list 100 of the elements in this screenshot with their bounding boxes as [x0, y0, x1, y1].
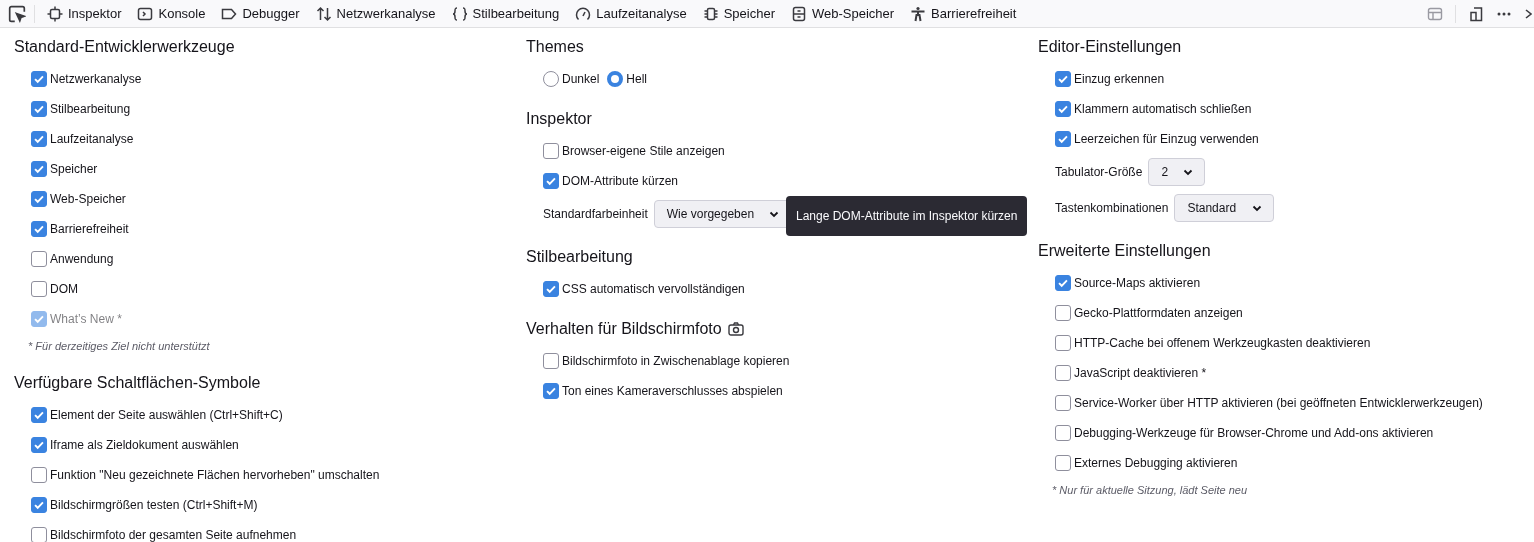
- checkbox[interactable]: [31, 281, 47, 297]
- checkbox-row[interactable]: Barrierefreiheit: [14, 214, 526, 244]
- checkbox-label: DOM-Attribute kürzen: [562, 174, 679, 188]
- checkbox[interactable]: [31, 161, 47, 177]
- footnote: * Nur für aktuelle Sitzung, lädt Seite neu: [1051, 483, 1249, 498]
- checkbox[interactable]: [1055, 275, 1071, 291]
- checkbox-row[interactable]: Bildschirmfoto in Zwischenablage kopieren: [526, 346, 1038, 376]
- checkbox[interactable]: [31, 437, 47, 453]
- checkbox-label: CSS automatisch vervollständigen: [562, 282, 745, 296]
- devtools-tab[interactable]: Laufzeitanalyse: [567, 0, 695, 27]
- checkbox-row[interactable]: Source-Maps aktivieren: [1038, 268, 1534, 298]
- checkbox-row[interactable]: Einzug erkennen: [1038, 64, 1534, 94]
- accessibility-icon: [910, 5, 927, 22]
- checkbox-row[interactable]: DOM: [14, 274, 526, 304]
- select-label: Standardfarbeinheit: [543, 207, 648, 221]
- checkbox-label: Bildschirmfoto in Zwischenablage kopieren: [562, 354, 790, 368]
- section-heading: Editor-Einstellungen: [1038, 37, 1182, 57]
- dropdown[interactable]: Standard: [1174, 194, 1275, 222]
- checkbox-row[interactable]: Funktion "Neu gezeichnete Flächen hervorheben" umschalten: [14, 460, 526, 490]
- devtools-tab[interactable]: Web-Speicher: [782, 0, 903, 27]
- checkbox[interactable]: [1055, 425, 1071, 441]
- checkbox[interactable]: [31, 407, 47, 423]
- devtools-tab[interactable]: Speicher: [694, 0, 783, 27]
- checkbox[interactable]: [31, 251, 47, 267]
- checkbox[interactable]: [1055, 395, 1071, 411]
- checkbox[interactable]: [31, 467, 47, 483]
- checkbox-label: HTTP-Cache bei offenem Werkzeugkasten deaktivieren: [1074, 336, 1371, 350]
- devtools-tab[interactable]: Konsole: [129, 0, 214, 27]
- checkbox-row[interactable]: Browser-eigene Stile anzeigen: [526, 136, 1038, 166]
- checkbox-row[interactable]: JavaScript deaktivieren *: [1038, 358, 1534, 388]
- checkbox-row[interactable]: Iframe als Zieldokument auswählen: [14, 430, 526, 460]
- inspector-icon: [47, 5, 63, 22]
- checkbox[interactable]: [1055, 365, 1071, 381]
- checkbox[interactable]: [1055, 455, 1071, 471]
- section-heading: Verfügbare Schaltflächen-Symbole: [14, 373, 261, 393]
- checkbox-label: DOM: [50, 282, 78, 296]
- checkbox-label: Iframe als Zieldokument auswählen: [50, 438, 239, 452]
- checkbox-label: Einzug erkennen: [1074, 72, 1165, 86]
- checkbox-row[interactable]: Web-Speicher: [14, 184, 526, 214]
- devtools-tab[interactable]: Debugger: [213, 0, 308, 27]
- checkbox-label: Ton eines Kameraverschlusses abspielen: [562, 384, 783, 398]
- checkbox[interactable]: [543, 281, 559, 297]
- checkbox-label: Funktion "Neu gezeichnete Flächen hervorheben" umschalten: [50, 468, 380, 482]
- checkbox-label: Externes Debugging aktivieren: [1074, 456, 1238, 470]
- checkbox[interactable]: [31, 191, 47, 207]
- radio-button[interactable]: [607, 71, 624, 87]
- devtools-tab[interactable]: Stilbearbeitung: [443, 0, 568, 27]
- checkbox-row[interactable]: Debugging-Werkzeuge für Browser-Chrome und Add-ons aktivieren: [1038, 418, 1534, 448]
- checkbox[interactable]: [1055, 131, 1071, 147]
- checkbox[interactable]: [1055, 71, 1071, 87]
- checkbox-label: Element der Seite auswählen (Ctrl+Shift+C): [50, 408, 283, 422]
- checkbox-row[interactable]: Bildschirmgrößen testen (Ctrl+Shift+M): [14, 490, 526, 520]
- checkbox[interactable]: [31, 101, 47, 117]
- checkbox[interactable]: [31, 131, 47, 147]
- checkbox-label: Gecko-Plattformdaten anzeigen: [1074, 306, 1243, 320]
- checkbox-row[interactable]: HTTP-Cache bei offenem Werkzeugkasten deaktivieren: [1038, 328, 1534, 358]
- radio-button[interactable]: [543, 71, 559, 87]
- checkbox-row[interactable]: Leerzeichen für Einzug verwenden: [1038, 124, 1534, 154]
- checkbox[interactable]: [543, 143, 559, 159]
- checkbox[interactable]: [31, 71, 47, 87]
- responsive-mode-icon[interactable]: [1468, 5, 1484, 22]
- section-heading: Verhalten für Bildschirmfoto: [526, 319, 722, 339]
- checkbox-row[interactable]: Netzwerkanalyse: [14, 64, 526, 94]
- checkbox[interactable]: [543, 353, 559, 369]
- element-picker-icon: [8, 4, 26, 23]
- checkbox[interactable]: [1055, 101, 1071, 117]
- section-heading: Themes: [526, 37, 584, 57]
- checkbox-row[interactable]: Stilbearbeitung: [14, 94, 526, 124]
- checkbox[interactable]: [31, 221, 47, 237]
- checkbox-row[interactable]: Klammern automatisch schließen: [1038, 94, 1534, 124]
- checkbox[interactable]: [1055, 305, 1071, 321]
- section-heading: Erweiterte Einstellungen: [1038, 241, 1211, 261]
- checkbox-label: Klammern automatisch schließen: [1074, 102, 1252, 116]
- checkbox-label: Speicher: [50, 162, 98, 176]
- checkbox-row[interactable]: Laufzeitanalyse: [14, 124, 526, 154]
- checkbox-row[interactable]: Externes Debugging aktivieren: [1038, 448, 1534, 478]
- layout-icon[interactable]: [1427, 5, 1443, 22]
- dropdown[interactable]: 2: [1148, 158, 1206, 186]
- devtools-tab[interactable]: Barrierefreiheit: [902, 0, 1025, 27]
- tooltip: Lange DOM-Attribute im Inspektor kürzen: [786, 196, 1028, 236]
- checkbox-row[interactable]: DOM-Attribute kürzen: [526, 166, 1038, 196]
- checkbox[interactable]: [1055, 335, 1071, 351]
- checkbox[interactable]: [31, 497, 47, 513]
- checkbox-row[interactable]: Speicher: [14, 154, 526, 184]
- checkbox-label: Source-Maps aktivieren: [1074, 276, 1201, 290]
- devtools-tab[interactable]: Netzwerkanalyse: [307, 0, 444, 27]
- storage-icon: [790, 5, 807, 22]
- checkbox-row[interactable]: Element der Seite auswählen (Ctrl+Shift+C): [14, 400, 526, 430]
- checkbox-row[interactable]: Gecko-Plattformdaten anzeigen: [1038, 298, 1534, 328]
- checkbox-row[interactable]: Anwendung: [14, 244, 526, 274]
- checkbox-row[interactable]: Bildschirmfoto der gesamten Seite aufnehmen: [14, 520, 526, 542]
- checkbox[interactable]: [543, 173, 559, 189]
- checkbox-row[interactable]: Service-Worker über HTTP aktivieren (bei geöffneten Entwicklerwerkzeugen): [1038, 388, 1534, 418]
- checkbox[interactable]: [31, 527, 47, 542]
- checkbox-row[interactable]: CSS automatisch vervollständigen: [526, 274, 1038, 304]
- checkbox-label: Anwendung: [50, 252, 114, 266]
- checkbox-row[interactable]: Ton eines Kameraverschlusses abspielen: [526, 376, 1038, 406]
- checkbox[interactable]: [543, 383, 559, 399]
- devtools-tab[interactable]: Inspektor: [39, 0, 130, 27]
- select-label: Tastenkombinationen: [1055, 201, 1169, 215]
